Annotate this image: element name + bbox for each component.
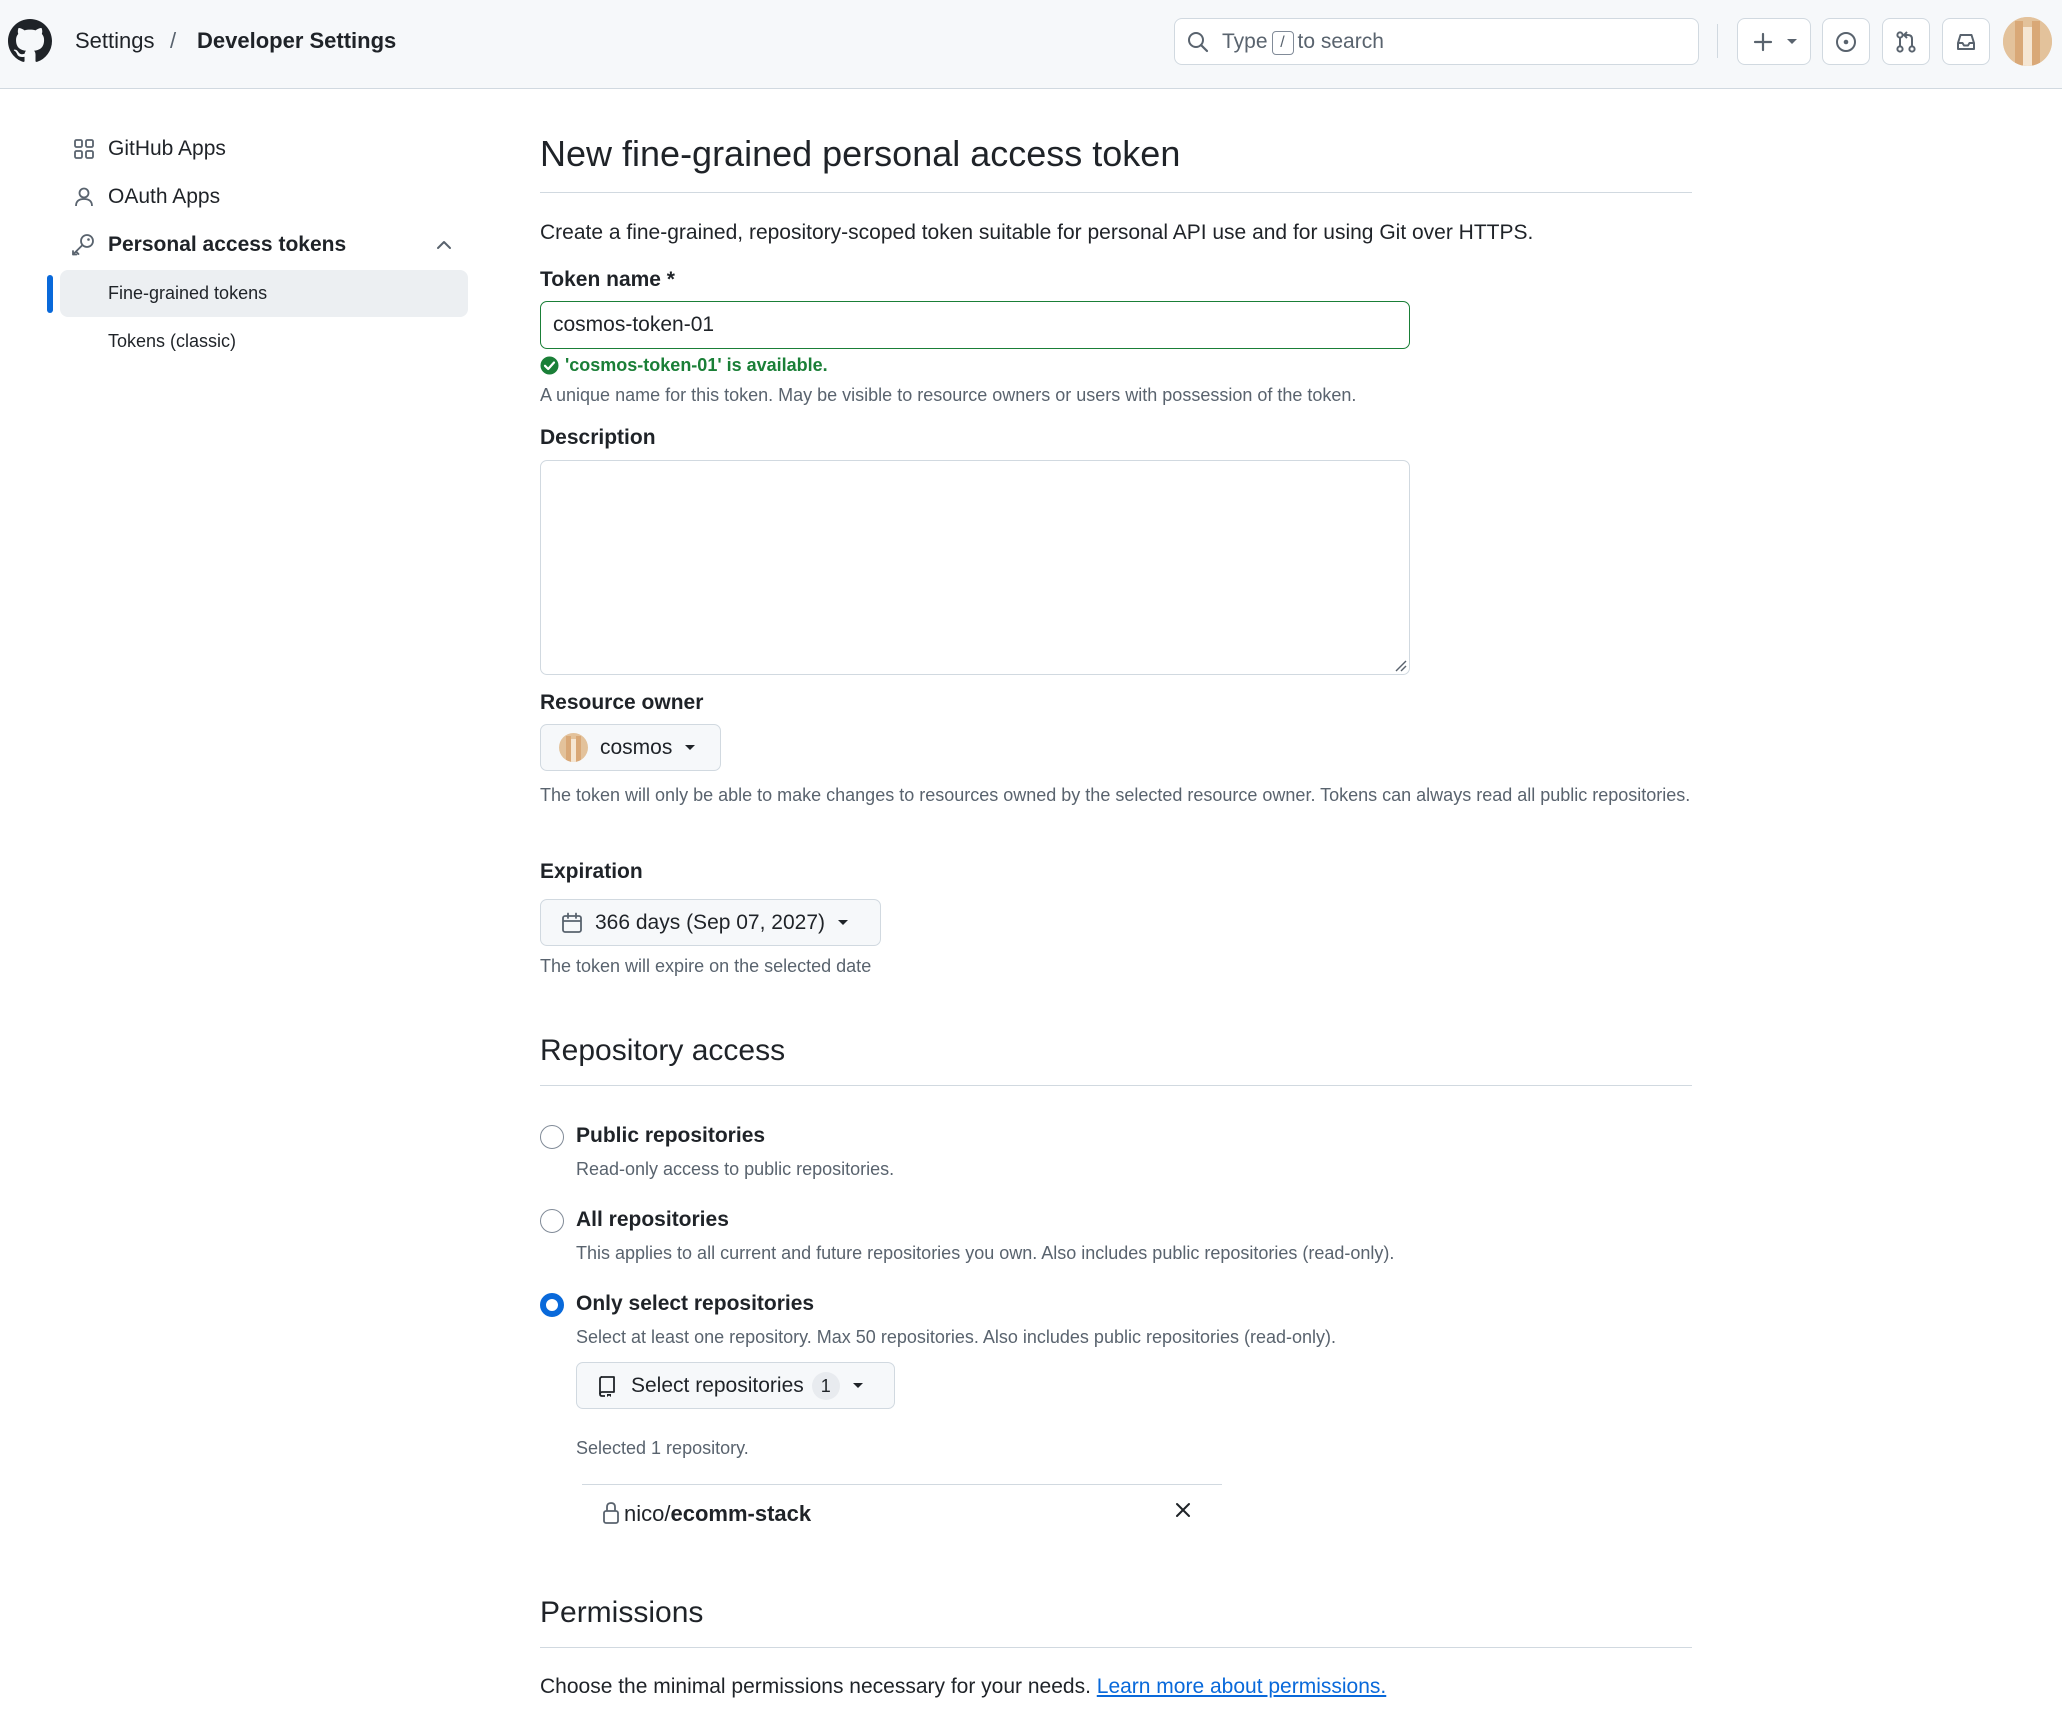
expiration-value: 366 days (Sep 07, 2027) (595, 910, 825, 934)
sidebar-item-personal-access-tokens[interactable]: Personal access tokens (70, 225, 460, 265)
only-select-repositories-desc: Select at least one repository. Max 50 r… (576, 1327, 1337, 1347)
permissions-divider (540, 1647, 1692, 1648)
check-circle-icon (540, 356, 559, 375)
key-icon (72, 234, 94, 256)
lock-icon (603, 1502, 619, 1524)
page-title: New fine-grained personal access token (540, 133, 1181, 174)
selected-summary: Selected 1 repository. (576, 1438, 749, 1458)
search-icon (1188, 32, 1209, 53)
pull-requests-button[interactable] (1882, 18, 1930, 65)
app-header: Settings / Developer Settings Type / to se… (0, 0, 2062, 89)
search-input[interactable]: Type / to search (1174, 18, 1699, 65)
resource-owner-label: Resource owner (540, 691, 704, 714)
caret-down-icon (1787, 39, 1797, 44)
selected-repo-name: nico/ecomm-stack (624, 1501, 812, 1526)
repository-access-heading: Repository access (540, 1034, 786, 1067)
permissions-heading: Permissions (540, 1596, 704, 1629)
inbox-button[interactable] (1942, 18, 1990, 65)
caret-down-icon (685, 744, 696, 750)
user-avatar[interactable] (2003, 17, 2052, 66)
repo-icon (599, 1375, 615, 1397)
sidebar-subitem-label: Fine-grained tokens (108, 283, 268, 303)
sidebar-active-indicator (47, 275, 53, 313)
avatar-image (2003, 17, 2052, 66)
selected-repo-row: nico/ecomm-stack (582, 1484, 1222, 1542)
all-repositories-label[interactable]: All repositories (576, 1207, 729, 1233)
all-repositories-desc: This applies to all current and future r… (576, 1243, 1395, 1263)
breadcrumb-settings[interactable]: Settings (75, 28, 155, 54)
header-divider (1717, 24, 1718, 58)
learn-more-permissions-link[interactable]: Learn more about permissions. (1097, 1675, 1386, 1698)
caret-down-icon (838, 919, 848, 925)
sidebar-item-oauth-apps[interactable]: OAuth Apps (70, 177, 220, 217)
search-placeholder: Type / to search (1222, 30, 1384, 55)
caret-down-icon (852, 1382, 863, 1388)
token-name-help: A unique name for this token. May be vis… (540, 385, 1357, 405)
person-icon (75, 187, 93, 207)
breadcrumb-separator: / (170, 28, 177, 53)
token-name-status: 'cosmos-token-01' is available. (565, 355, 828, 375)
apps-icon (74, 139, 94, 159)
permissions-intro: Choose the minimal permissions necessary… (540, 1675, 1387, 1698)
selected-count-badge: 1 (811, 1371, 840, 1400)
radio-all-repositories[interactable] (540, 1209, 564, 1233)
token-name-validation: 'cosmos-token-01' is available. (540, 355, 828, 376)
expiration-label: Expiration (540, 860, 643, 883)
create-new-button[interactable] (1737, 18, 1811, 65)
resource-owner-value: cosmos (600, 735, 673, 759)
sidebar-item-github-apps[interactable]: GitHub Apps (70, 129, 226, 169)
remove-repo-icon[interactable] (1174, 1501, 1192, 1519)
description-label: Description (540, 426, 656, 449)
calendar-icon (562, 912, 582, 933)
repository-access-divider (540, 1085, 1692, 1086)
radio-only-select-repositories[interactable] (540, 1293, 564, 1317)
sidebar-item-label: Personal access tokens (108, 233, 347, 256)
git-pull-request-icon (1896, 31, 1916, 53)
issues-button[interactable] (1822, 18, 1870, 65)
search-shortcut-key: / (1271, 31, 1294, 55)
token-name-label: Token name * (540, 268, 675, 291)
select-repositories-button[interactable]: Select repositories 1 (576, 1362, 895, 1409)
resize-handle-icon[interactable] (1393, 658, 1407, 672)
plus-icon (1753, 32, 1773, 52)
expiration-dropdown[interactable]: 366 days (Sep 07, 2027) (540, 899, 881, 946)
title-divider (540, 192, 1692, 193)
only-select-repositories-label[interactable]: Only select repositories (576, 1291, 814, 1317)
owner-avatar (559, 733, 588, 762)
sidebar-subitem-tokens-classic[interactable]: Tokens (classic) (108, 331, 236, 352)
public-repositories-label[interactable]: Public repositories (576, 1123, 765, 1149)
radio-public-repositories[interactable] (540, 1125, 564, 1149)
resource-owner-help: The token will only be able to make chan… (540, 785, 1691, 805)
sidebar-item-label: GitHub Apps (108, 137, 226, 160)
chevron-up-icon[interactable] (436, 239, 452, 251)
public-repositories-desc: Read-only access to public repositories. (576, 1159, 895, 1179)
page-intro: Create a fine-grained, repository-scoped… (540, 221, 1534, 244)
sidebar-item-label: OAuth Apps (108, 185, 221, 208)
expiration-help: The token will expire on the selected da… (540, 956, 872, 976)
resource-owner-dropdown[interactable]: cosmos (540, 724, 721, 771)
select-repositories-label: Select repositories (631, 1373, 804, 1397)
github-logo-icon[interactable] (8, 19, 52, 63)
description-textarea[interactable] (540, 460, 1410, 675)
token-name-input[interactable]: cosmos-token-01 (540, 301, 1410, 349)
issue-opened-icon (1836, 32, 1856, 52)
inbox-icon (1957, 34, 1975, 50)
breadcrumb-developer-settings[interactable]: Developer Settings (197, 28, 396, 54)
